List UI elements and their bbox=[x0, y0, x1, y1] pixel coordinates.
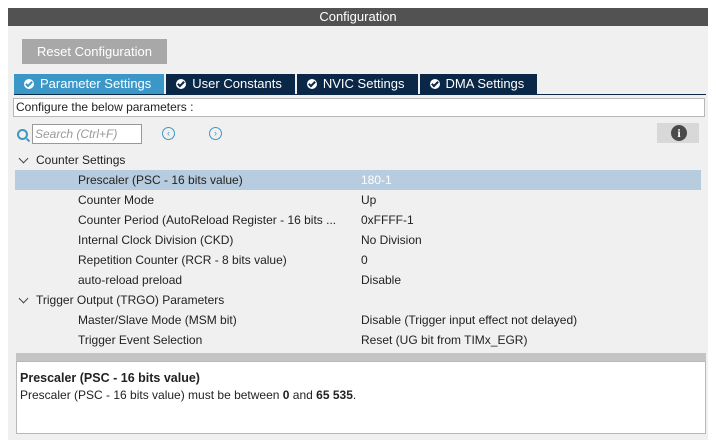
param-value[interactable]: No Division bbox=[361, 230, 422, 250]
search-input[interactable] bbox=[32, 124, 142, 144]
tab-user-constants[interactable]: User Constants bbox=[166, 74, 295, 94]
chevron-right-circle-icon[interactable]: › bbox=[209, 127, 222, 140]
param-value[interactable]: Disable (Trigger input effect not delaye… bbox=[361, 310, 577, 330]
param-row-repetition-counter[interactable]: Repetition Counter (RCR - 8 bits value) … bbox=[8, 250, 708, 270]
param-value[interactable]: Up bbox=[361, 190, 376, 210]
param-value[interactable]: 180-1 bbox=[361, 170, 392, 190]
tab-label: DMA Settings bbox=[445, 76, 525, 91]
info-icon: i bbox=[671, 125, 687, 141]
param-name: Repetition Counter (RCR - 8 bits value) bbox=[78, 253, 287, 267]
group-counter-settings[interactable]: Counter Settings bbox=[8, 150, 708, 170]
param-row-auto-reload-preload[interactable]: auto-reload preload Disable bbox=[8, 270, 708, 290]
description-text-mid: and bbox=[289, 388, 317, 402]
description-text-suffix: . bbox=[352, 388, 357, 402]
param-name: Prescaler (PSC - 16 bits value) bbox=[78, 173, 243, 187]
param-row-master-slave-mode[interactable]: Master/Slave Mode (MSM bit) Disable (Tri… bbox=[8, 310, 708, 330]
param-row-clock-division[interactable]: Internal Clock Division (CKD) No Divisio… bbox=[8, 230, 708, 250]
param-row-prescaler[interactable]: Prescaler (PSC - 16 bits value) 180-1 bbox=[15, 170, 701, 190]
tab-label: NVIC Settings bbox=[322, 76, 405, 91]
group-label: Counter Settings bbox=[36, 153, 126, 167]
description-title: Prescaler (PSC - 16 bits value) bbox=[20, 371, 200, 385]
param-value[interactable]: 0 bbox=[361, 250, 368, 270]
param-name: Master/Slave Mode (MSM bit) bbox=[78, 313, 237, 327]
description-max: 65 535 bbox=[316, 388, 353, 402]
check-circle-icon bbox=[429, 79, 440, 89]
param-value[interactable]: 0xFFFF-1 bbox=[361, 210, 414, 230]
group-trigger-output[interactable]: Trigger Output (TRGO) Parameters bbox=[8, 290, 708, 310]
check-circle-icon bbox=[306, 79, 317, 89]
tab-nvic-settings[interactable]: NVIC Settings bbox=[296, 74, 418, 94]
window-title: Configuration bbox=[8, 8, 708, 26]
description-panel: Prescaler (PSC - 16 bits value) Prescale… bbox=[16, 361, 706, 434]
param-value[interactable]: Disable bbox=[361, 270, 401, 290]
description-splitter[interactable] bbox=[16, 353, 706, 361]
tab-bar: Parameter Settings User Constants NVIC S… bbox=[14, 74, 539, 94]
param-name: Trigger Event Selection bbox=[78, 333, 203, 347]
search-toolbar: ‹ › i bbox=[13, 123, 705, 145]
param-value[interactable]: Reset (UG bit from TIMx_EGR) bbox=[361, 330, 527, 350]
description-text-prefix: Prescaler (PSC - 16 bits value) must be … bbox=[20, 388, 283, 402]
configuration-panel: Reset Configuration Parameter Settings U… bbox=[8, 26, 708, 440]
tab-label: User Constants bbox=[192, 76, 282, 91]
tab-dma-settings[interactable]: DMA Settings bbox=[419, 74, 538, 94]
param-name: Counter Mode bbox=[78, 193, 155, 207]
chevron-left-circle-icon[interactable]: ‹ bbox=[162, 127, 175, 140]
check-circle-icon bbox=[176, 79, 187, 89]
tab-label: Parameter Settings bbox=[40, 76, 152, 91]
group-label: Trigger Output (TRGO) Parameters bbox=[36, 293, 225, 307]
configure-hint: Configure the below parameters : bbox=[13, 98, 705, 117]
param-row-counter-mode[interactable]: Counter Mode Up bbox=[8, 190, 708, 210]
chevron-down-icon[interactable] bbox=[18, 293, 29, 304]
param-row-trigger-event[interactable]: Trigger Event Selection Reset (UG bit fr… bbox=[8, 330, 708, 350]
tab-underline bbox=[14, 94, 706, 95]
reset-configuration-button[interactable]: Reset Configuration bbox=[22, 39, 167, 64]
param-name: Counter Period (AutoReload Register - 16… bbox=[78, 213, 337, 227]
search-icon bbox=[17, 129, 28, 140]
param-name: Internal Clock Division (CKD) bbox=[78, 233, 234, 247]
param-name: auto-reload preload bbox=[78, 273, 183, 287]
check-circle-icon bbox=[24, 79, 34, 89]
parameter-tree: Counter Settings Prescaler (PSC - 16 bit… bbox=[8, 150, 708, 350]
tab-parameter-settings[interactable]: Parameter Settings bbox=[14, 74, 165, 94]
param-row-counter-period[interactable]: Counter Period (AutoReload Register - 16… bbox=[8, 210, 708, 230]
description-text: Prescaler (PSC - 16 bits value) must be … bbox=[20, 388, 702, 402]
chevron-down-icon[interactable] bbox=[18, 153, 29, 164]
info-button[interactable]: i bbox=[657, 123, 699, 143]
